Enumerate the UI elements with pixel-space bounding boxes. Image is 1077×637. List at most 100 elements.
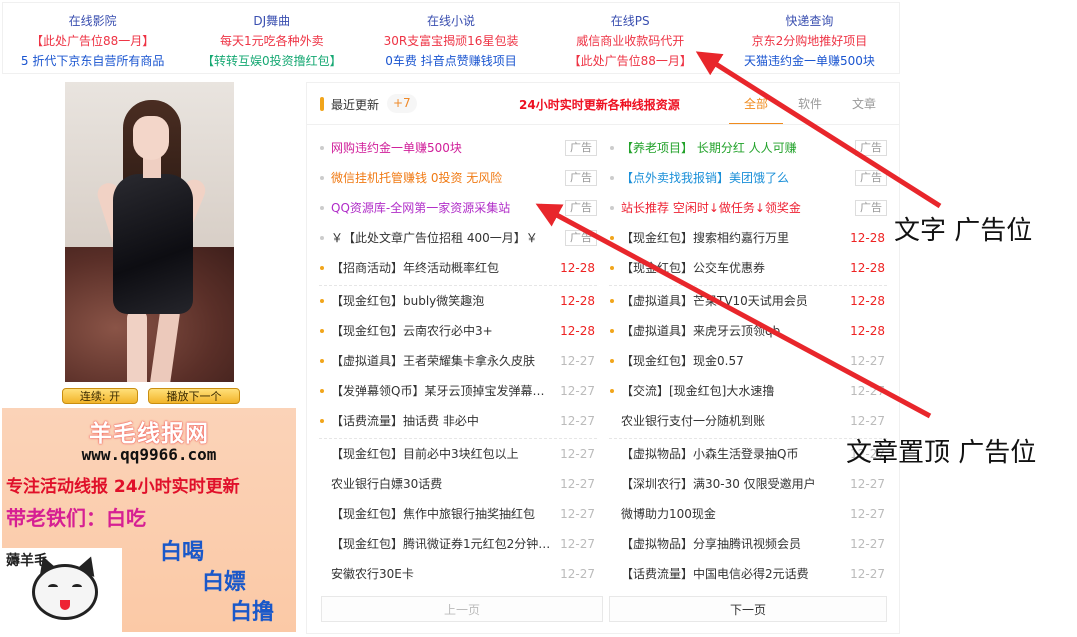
list-item[interactable]: 农业银行白嫖30话费 12-27 [319, 469, 597, 499]
tab-all[interactable]: 全部 [729, 83, 783, 125]
video-player-preview[interactable] [65, 82, 234, 382]
list-item[interactable]: 【话费流量】抽话费 非必中 12-27 [319, 406, 597, 439]
bullet-dot-icon [320, 389, 324, 393]
photo-figure-leg [127, 310, 147, 382]
list-item-title[interactable]: 【现金红包】公交车优惠券 [621, 253, 843, 283]
list-item[interactable]: 【现金红包】腾讯微证券1元红包2分钟速… 12-27 [319, 529, 597, 559]
list-item[interactable]: 【发弹幕领Q币】某牙云顶掉宝发弹幕领… 12-27 [319, 376, 597, 406]
play-next-button[interactable]: 播放下一个 [148, 388, 240, 404]
list-item-title[interactable]: 【招商活动】年终活动概率红包 [331, 253, 553, 283]
topnav-link[interactable]: 在线影院 [69, 11, 117, 31]
list-item-date: 12-28 [850, 324, 885, 338]
topnav-link[interactable]: DJ舞曲 [253, 11, 290, 31]
list-item[interactable]: 【交流】[现金红包]大水速撸 12-27 [609, 376, 887, 406]
list-item[interactable]: 【点外卖找我报销】美团饿了么 广告 [609, 163, 887, 193]
topnav-ad-link[interactable]: 【转转互娱0投资撸红包】 [202, 51, 342, 71]
list-item-title[interactable]: 【虚拟道具】王者荣耀集卡拿永久皮肤 [331, 346, 553, 376]
topnav-ad-link[interactable]: 【此处广告位88一月】 [31, 31, 154, 51]
list-item[interactable]: 微信挂机托管赚钱 0投资 无风险 广告 [319, 163, 597, 193]
list-item-title[interactable]: 【话费流量】抽话费 非必中 [331, 406, 553, 436]
filter-tabs: 全部 软件 文章 [729, 83, 891, 125]
list-item[interactable]: 【养老项目】 长期分红 人人可赚 广告 [609, 133, 887, 163]
list-item[interactable]: 【虚拟物品】分享抽腾讯视频会员 12-27 [609, 529, 887, 559]
list-item-title[interactable]: 【现金红包】bubly微笑趣泡 [331, 286, 553, 316]
topnav-link[interactable]: 在线PS [611, 11, 650, 31]
list-item-title[interactable]: 【发弹幕领Q币】某牙云顶掉宝发弹幕领… [331, 376, 553, 406]
list-item[interactable]: 站长推荐 空闲时↓做任务↓领奖金 广告 [609, 193, 887, 223]
topnav-ad-link[interactable]: 威信商业收款码代开 [576, 31, 684, 51]
list-item[interactable]: 微博助力100现金 12-27 [609, 499, 887, 529]
list-item[interactable]: 【虚拟道具】芒果TV10天试用会员 12-28 [609, 286, 887, 316]
topnav-link[interactable]: 在线小说 [427, 11, 475, 31]
list-item-title[interactable]: 安徽农行30E卡 [331, 559, 553, 589]
list-item[interactable]: 【现金红包】现金0.57 12-27 [609, 346, 887, 376]
list-item-title[interactable]: 【深圳农行】满30-30 仅限受邀用户 [621, 469, 843, 499]
list-item-title[interactable]: 【交流】[现金红包]大水速撸 [621, 376, 843, 406]
list-item-title[interactable]: 【现金红包】现金0.57 [621, 346, 843, 376]
panel-header: 最近更新 +7 24小时实时更新各种线报资源 全部 软件 文章 [307, 83, 899, 125]
bullet-dot-icon [320, 299, 324, 303]
list-item[interactable]: 网购违约金一单赚500块 广告 [319, 133, 597, 163]
list-item-title[interactable]: 【点外卖找我报销】美团饿了么 [621, 163, 843, 193]
panel-title: 最近更新 [331, 98, 380, 112]
list-item-title[interactable]: 【虚拟道具】来虎牙云顶领qb [621, 316, 843, 346]
new-count-badge: +7 [387, 94, 417, 113]
list-item[interactable]: 【深圳农行】满30-30 仅限受邀用户 12-27 [609, 469, 887, 499]
list-item[interactable]: 【现金红包】云南农行必中3+ 12-28 [319, 316, 597, 346]
list-item[interactable]: 【现金红包】公交车优惠券 12-28 [609, 253, 887, 286]
list-item-title[interactable]: 微信挂机托管赚钱 0投资 无风险 [331, 163, 553, 193]
list-item[interactable]: 【话费流量】中国电信必得2元话费 12-27 [609, 559, 887, 589]
list-item-title[interactable]: 【现金红包】腾讯微证券1元红包2分钟速… [331, 529, 553, 559]
topnav-column: 在线PS 威信商业收款码代开 【此处广告位88一月】 [541, 3, 720, 73]
list-item-title[interactable]: 【现金红包】焦作中旅银行抽奖抽红包 [331, 499, 553, 529]
list-item-title[interactable]: 【虚拟道具】芒果TV10天试用会员 [621, 286, 843, 316]
list-item[interactable]: 【招商活动】年终活动概率红包 12-28 [319, 253, 597, 286]
list-item-title[interactable]: 【现金红包】云南农行必中3+ [331, 316, 553, 346]
bullet-dot-icon [320, 359, 324, 363]
topnav-ad-link[interactable]: 0车费 抖音点赞赚钱项目 [385, 51, 516, 71]
list-item-title[interactable]: 【话费流量】中国电信必得2元话费 [621, 559, 843, 589]
list-item-date: 12-28 [850, 261, 885, 275]
banner-line-3: 白嫖 [202, 570, 247, 595]
list-item-title[interactable]: 【虚拟物品】分享抽腾讯视频会员 [621, 529, 843, 559]
list-item[interactable]: 【现金红包】目前必中3块红包以上 12-27 [319, 439, 597, 469]
topnav-ad-link[interactable]: 京东2分购地推好项目 [752, 31, 868, 51]
autoplay-toggle-button[interactable]: 连续: 开 [62, 388, 138, 404]
list-item[interactable]: 【现金红包】焦作中旅银行抽奖抽红包 12-27 [319, 499, 597, 529]
ad-tag: 广告 [565, 170, 597, 186]
next-page-button[interactable]: 下一页 [609, 596, 887, 622]
list-item[interactable]: 【虚拟道具】王者荣耀集卡拿永久皮肤 12-27 [319, 346, 597, 376]
list-item-title[interactable]: 【虚拟物品】小森生活登录抽Q币 [621, 439, 843, 469]
list-item-title[interactable]: QQ资源库-全网第一家资源采集站 [331, 193, 553, 223]
top-link-grid: 在线影院 【此处广告位88一月】 5 折代下京东自营所有商品 DJ舞曲 每天1元吃各种外… [2, 2, 900, 74]
tab-articles[interactable]: 文章 [837, 83, 891, 125]
list-item-title[interactable]: 【现金红包】目前必中3块红包以上 [331, 439, 553, 469]
list-item[interactable]: 【现金红包】搜索相约嘉行万里 12-28 [609, 223, 887, 253]
list-item-title[interactable]: 农业银行白嫖30话费 [331, 469, 553, 499]
list-item-title[interactable]: 微博助力100现金 [621, 499, 843, 529]
banner-line-1: 带老铁们：白吃 [6, 506, 146, 530]
promo-banner[interactable]: 羊毛线报网 www.qq9966.com 专注活动线报 24小时实时更新 带老铁… [2, 408, 296, 632]
list-item[interactable]: 安徽农行30E卡 12-27 [319, 559, 597, 589]
list-item[interactable]: 【虚拟道具】来虎牙云顶领qb 12-28 [609, 316, 887, 346]
photo-figure-face [133, 116, 169, 160]
list-item-title[interactable]: 站长推荐 空闲时↓做任务↓领奖金 [621, 193, 843, 223]
topnav-ad-link[interactable]: 每天1元吃各种外卖 [220, 31, 324, 51]
topnav-ad-link[interactable]: 天猫违约金一单赚500块 [744, 51, 875, 71]
tab-software[interactable]: 软件 [783, 83, 837, 125]
topnav-ad-link[interactable]: 30R支富宝揭顽16星包装 [384, 31, 519, 51]
list-item[interactable]: 【现金红包】bubly微笑趣泡 12-28 [319, 286, 597, 316]
prev-page-button[interactable]: 上一页 [321, 596, 603, 622]
list-item-title[interactable]: 【现金红包】搜索相约嘉行万里 [621, 223, 843, 253]
ad-tag: 广告 [565, 140, 597, 156]
list-item-title[interactable]: ￥【此处文章广告位招租 400一月】￥ [331, 223, 553, 253]
topnav-link[interactable]: 快递查询 [785, 11, 833, 31]
list-item-title[interactable]: 网购违约金一单赚500块 [331, 133, 553, 163]
topnav-ad-link[interactable]: 【此处广告位88一月】 [569, 51, 692, 71]
list-item[interactable]: QQ资源库-全网第一家资源采集站 广告 [319, 193, 597, 223]
list-item-date: 12-27 [560, 447, 595, 461]
list-item[interactable]: ￥【此处文章广告位招租 400一月】￥ 广告 [319, 223, 597, 253]
list-item-title[interactable]: 【养老项目】 长期分红 人人可赚 [621, 133, 843, 163]
topnav-ad-link[interactable]: 5 折代下京东自营所有商品 [21, 51, 164, 71]
list-item-title[interactable]: 农业银行支付一分随机到账 [621, 406, 843, 436]
